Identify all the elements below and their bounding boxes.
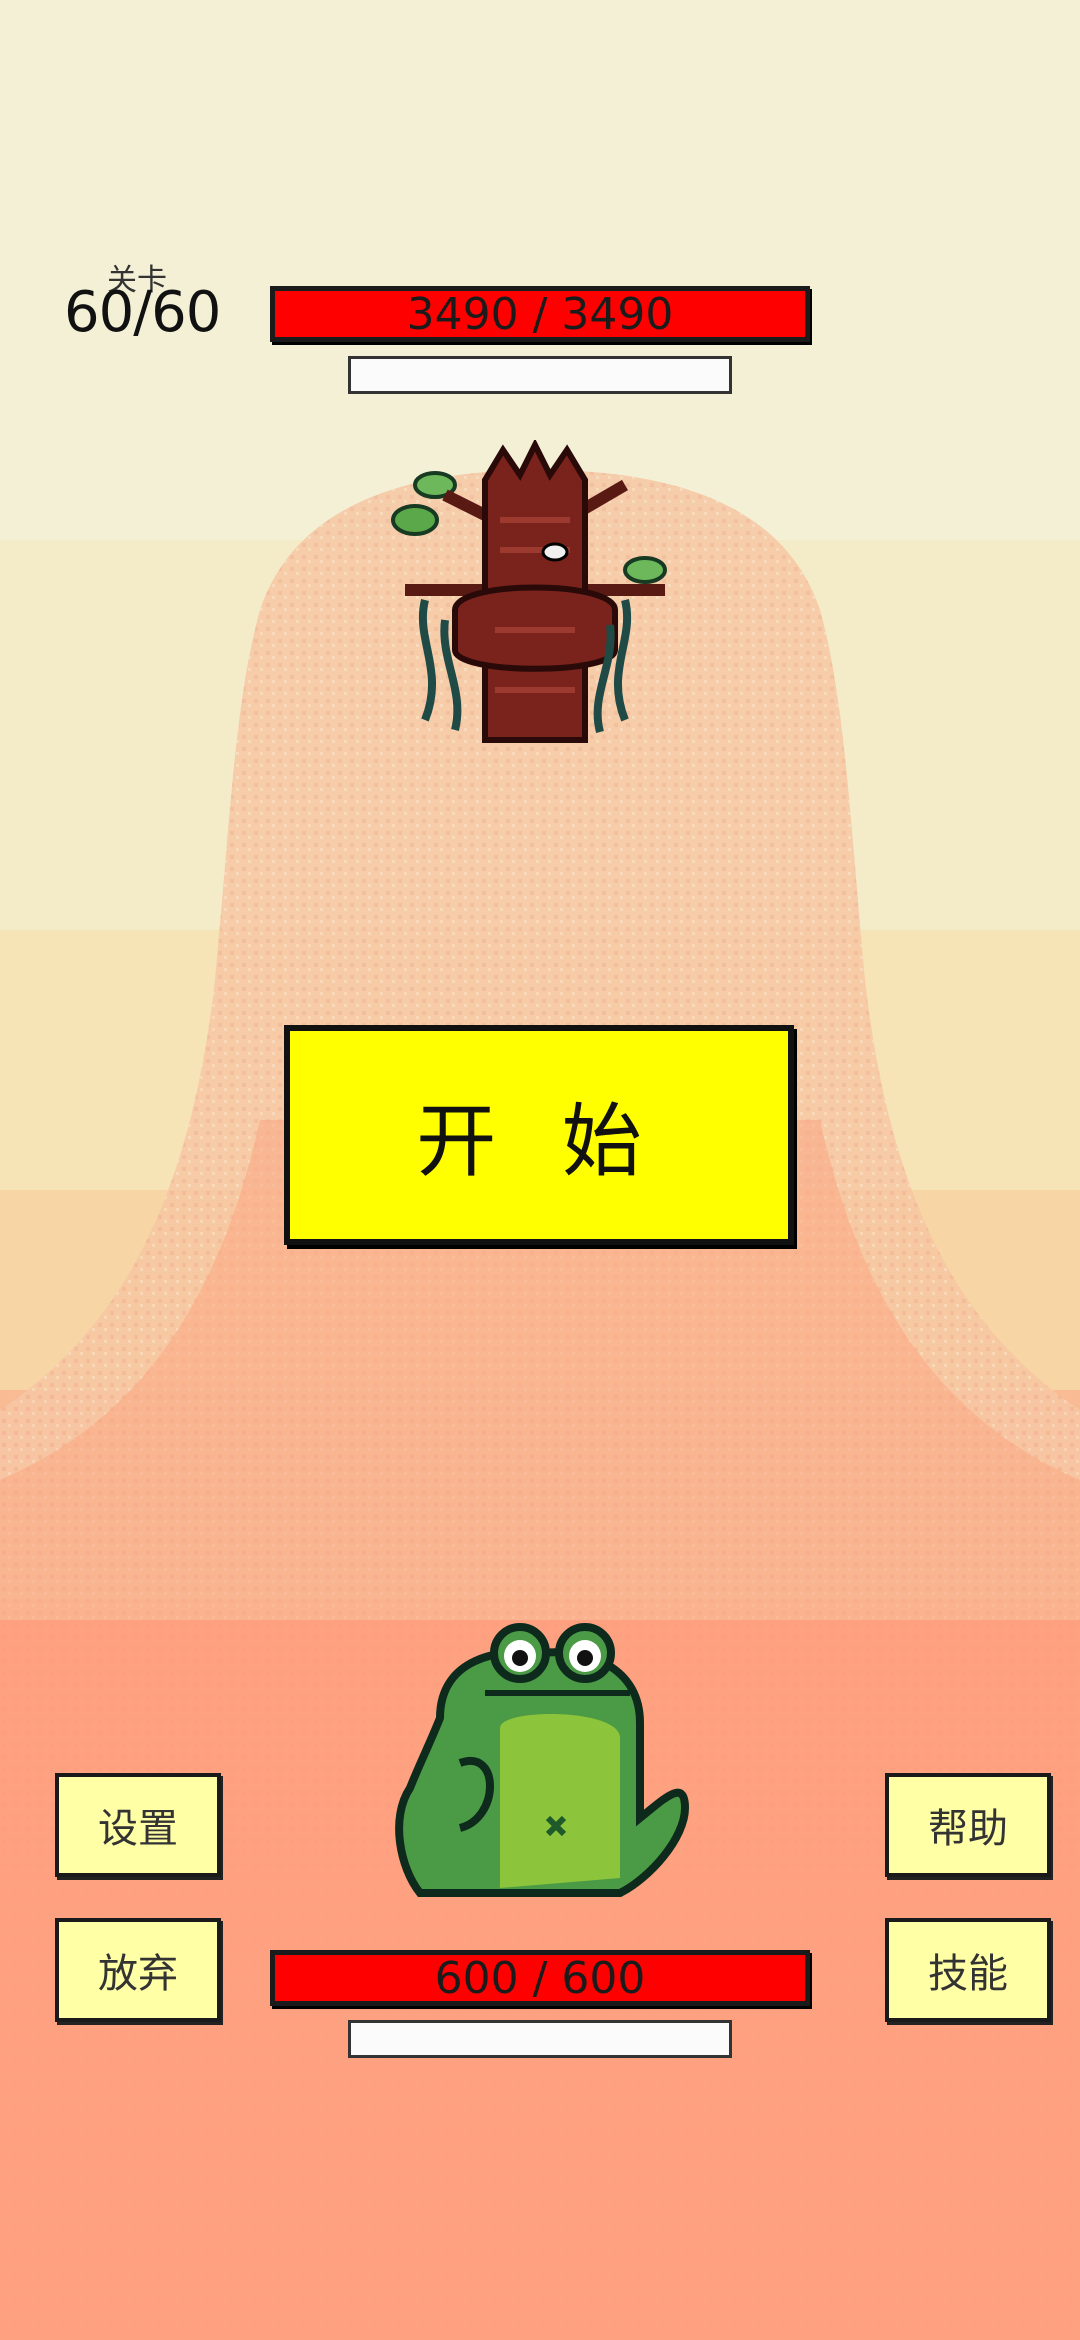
- enemy-hp-text: 3490 / 3490: [406, 288, 674, 340]
- settings-button-label: 设置: [98, 1806, 178, 1852]
- level-counter: 60/60: [64, 280, 221, 345]
- help-button-label: 帮助: [928, 1806, 1008, 1852]
- tree-monster-icon: [391, 440, 667, 743]
- skills-button[interactable]: 技能: [885, 1918, 1051, 2022]
- frog-icon: [395, 1623, 690, 1897]
- help-button[interactable]: 帮助: [885, 1773, 1051, 1877]
- settings-button[interactable]: 设置: [55, 1773, 221, 1877]
- player-energy-bar: [348, 2020, 732, 2058]
- start-button-label: 开 始: [416, 1095, 662, 1188]
- enemy-energy-bar: [348, 356, 732, 394]
- give-up-button[interactable]: 放弃: [55, 1918, 221, 2022]
- start-button[interactable]: 开 始: [284, 1025, 794, 1245]
- player-hp-bar: 600 / 600: [270, 1950, 810, 2006]
- enemy-hp-bar: 3490 / 3490: [270, 286, 810, 342]
- skills-button-label: 技能: [928, 1951, 1008, 1997]
- give-up-button-label: 放弃: [98, 1951, 178, 1997]
- player-hp-text: 600 / 600: [434, 1952, 646, 2004]
